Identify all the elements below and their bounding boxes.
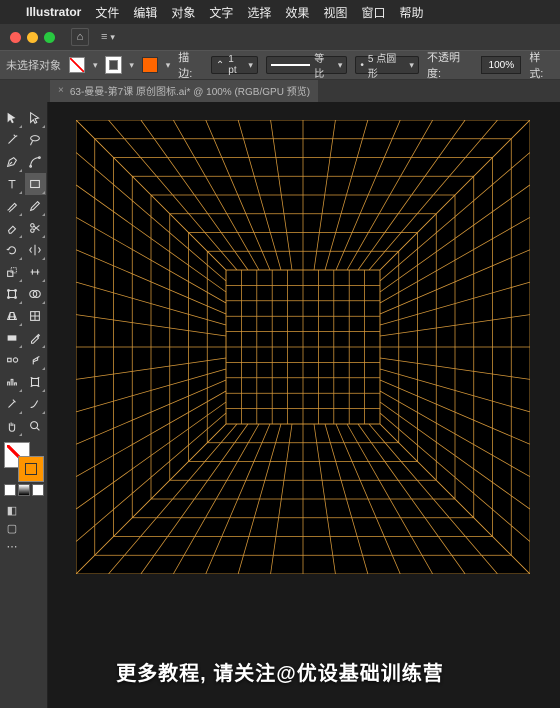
menu-file[interactable]: 文件 [95, 4, 119, 21]
gradient-tool[interactable] [1, 327, 23, 349]
color-mode-solid[interactable] [4, 484, 16, 496]
stroke-swatch[interactable] [106, 57, 122, 73]
window-zoom-icon[interactable] [44, 32, 55, 43]
slice-tool[interactable] [1, 393, 23, 415]
window-close-icon[interactable] [10, 32, 21, 43]
artboard-tool[interactable] [25, 371, 47, 393]
menu-object[interactable]: 对象 [171, 4, 195, 21]
document-tab-title: 63-曼曼-第7课 原创图标.ai* @ 100% (RGB/GPU 预览) [70, 83, 310, 98]
color-mode-none[interactable] [32, 484, 44, 496]
variable-width-profile[interactable]: 等比▾ [266, 56, 347, 74]
control-panel: 未选择对象 ▾ ▾ ▾ 描边: ⌃1 pt▾ 等比▾ •5 点圆形▾ 不透明度:… [0, 50, 560, 80]
paintbrush-tool[interactable] [1, 195, 23, 217]
recent-color-swatch[interactable] [142, 57, 158, 73]
pen-tool[interactable] [1, 151, 23, 173]
app-menu[interactable]: Illustrator [26, 5, 81, 19]
selection-status: 未选择对象 [6, 57, 61, 73]
window-minimize-icon[interactable] [27, 32, 38, 43]
opacity-field[interactable] [481, 56, 521, 74]
pencil-tool[interactable] [25, 195, 47, 217]
opacity-label: 不透明度: [427, 49, 473, 81]
stroke-color-swatch[interactable] [18, 456, 44, 482]
hand-tool[interactable] [1, 415, 23, 437]
fill-swatch[interactable] [69, 57, 85, 73]
stroke-dropdown-icon[interactable]: ▾ [129, 60, 134, 71]
menu-select[interactable]: 选择 [247, 4, 271, 21]
close-tab-icon[interactable]: × [58, 85, 64, 96]
menu-view[interactable]: 视图 [323, 4, 347, 21]
lasso-tool[interactable] [25, 129, 47, 151]
app-titlebar: ⌂ ≡ ▾ [0, 24, 560, 50]
type-tool[interactable] [1, 173, 23, 195]
os-menubar: Illustrator 文件 编辑 对象 文字 选择 效果 视图 窗口 帮助 [0, 0, 560, 24]
home-button[interactable]: ⌂ [71, 28, 89, 46]
fill-stroke-swatches[interactable] [4, 442, 44, 482]
eraser-tool[interactable] [1, 217, 23, 239]
column-graph-tool[interactable] [1, 371, 23, 393]
magic-wand-tool[interactable] [1, 129, 23, 151]
eyedropper-tool[interactable] [25, 327, 47, 349]
color-mode-gradient[interactable] [18, 484, 30, 496]
blend-tool[interactable] [1, 349, 23, 371]
menu-effect[interactable]: 效果 [285, 4, 309, 21]
stroke-label[interactable]: 描边: [178, 49, 203, 81]
brush-definition[interactable]: •5 点圆形▾ [355, 56, 419, 74]
scissors-tool[interactable] [25, 217, 47, 239]
scale-tool[interactable] [1, 261, 23, 283]
canvas[interactable] [48, 102, 560, 708]
style-label: 样式: [529, 49, 554, 81]
width-tool[interactable] [25, 261, 47, 283]
rotate-tool[interactable] [1, 239, 23, 261]
curvature-pen-tool[interactable] [25, 393, 47, 415]
document-tabs: × 63-曼曼-第7课 原创图标.ai* @ 100% (RGB/GPU 预览) [0, 80, 560, 102]
mesh-tool[interactable] [25, 305, 47, 327]
menu-window[interactable]: 窗口 [361, 4, 385, 21]
perspective-grid-tool[interactable] [1, 305, 23, 327]
direct-selection-tool[interactable] [25, 107, 47, 129]
color-mode-buttons [4, 484, 47, 496]
artboard[interactable] [76, 120, 530, 574]
recent-color-dropdown-icon[interactable]: ▾ [166, 60, 171, 71]
rectangle-tool[interactable] [25, 173, 47, 195]
edit-toolbar-icon[interactable]: ⋯ [4, 538, 20, 554]
draw-normal-icon[interactable]: ◧ [4, 502, 20, 518]
workspace: ◧ ▢ ⋯ [0, 102, 560, 708]
selection-tool[interactable] [1, 107, 23, 129]
fill-dropdown-icon[interactable]: ▾ [93, 60, 98, 71]
menu-help[interactable]: 帮助 [399, 4, 423, 21]
workspace-switcher[interactable]: ≡ ▾ [101, 31, 115, 43]
stroke-weight-field[interactable]: ⌃1 pt▾ [211, 56, 258, 74]
menu-type[interactable]: 文字 [209, 4, 233, 21]
tutorial-caption: 更多教程, 请关注@优设基础训练营 [0, 657, 560, 686]
reflect-tool[interactable] [25, 239, 47, 261]
document-tab[interactable]: × 63-曼曼-第7课 原创图标.ai* @ 100% (RGB/GPU 预览) [50, 80, 318, 102]
menu-edit[interactable]: 编辑 [133, 4, 157, 21]
free-transform-tool[interactable] [1, 283, 23, 305]
curvature-tool[interactable] [25, 151, 47, 173]
symbol-sprayer-tool[interactable] [25, 349, 47, 371]
zoom-tool[interactable] [25, 415, 47, 437]
perspective-grid-artwork [76, 120, 530, 574]
tools-panel: ◧ ▢ ⋯ [0, 102, 48, 708]
shape-builder-tool[interactable] [25, 283, 47, 305]
screen-mode-icon[interactable]: ▢ [4, 520, 20, 536]
